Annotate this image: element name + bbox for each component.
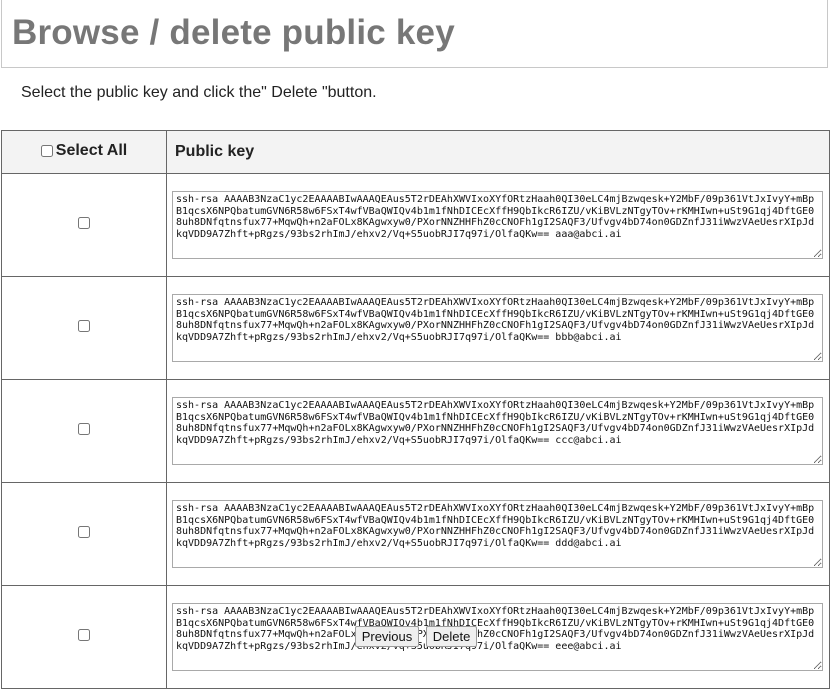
public-key-textarea[interactable]: ssh-rsa AAAAB3NzaC1yc2EAAAABIwAAAQEAus5T… bbox=[172, 500, 823, 568]
instructions-text: Select the public key and click the" Del… bbox=[21, 84, 377, 101]
select-all-label: Select All bbox=[55, 142, 128, 159]
row-key-cell: ssh-rsa AAAAB3NzaC1yc2EAAAABIwAAAQEAus5T… bbox=[166, 276, 830, 380]
row-key-cell: ssh-rsa AAAAB3NzaC1yc2EAAAABIwAAAQEAus5T… bbox=[166, 379, 830, 483]
row-checkbox[interactable] bbox=[78, 217, 90, 229]
public-key-header: Public key bbox=[166, 130, 830, 174]
public-key-textarea[interactable]: ssh-rsa AAAAB3NzaC1yc2EAAAABIwAAAQEAus5T… bbox=[172, 191, 823, 259]
select-all-checkbox[interactable] bbox=[40, 145, 53, 157]
row-key-cell: ssh-rsa AAAAB3NzaC1yc2EAAAABIwAAAQEAus5T… bbox=[166, 482, 830, 586]
select-all-control[interactable]: Select All bbox=[40, 142, 128, 160]
row-checkbox[interactable] bbox=[78, 526, 90, 538]
row-select-cell bbox=[1, 173, 167, 277]
row-select-cell bbox=[1, 379, 167, 483]
public-key-table: Select All Public key ssh-rsa AAAAB3NzaC… bbox=[1, 130, 830, 689]
table-row: ssh-rsa AAAAB3NzaC1yc2EAAAABIwAAAQEAus5T… bbox=[1, 482, 830, 586]
table-row: ssh-rsa AAAAB3NzaC1yc2EAAAABIwAAAQEAus5T… bbox=[1, 276, 830, 380]
pagination-bar: Previous Delete bbox=[0, 626, 832, 647]
table-row: ssh-rsa AAAAB3NzaC1yc2EAAAABIwAAAQEAus5T… bbox=[1, 173, 830, 277]
row-select-cell bbox=[1, 482, 167, 586]
row-checkbox[interactable] bbox=[78, 423, 90, 435]
public-key-textarea[interactable]: ssh-rsa AAAAB3NzaC1yc2EAAAABIwAAAQEAus5T… bbox=[172, 397, 823, 465]
delete-button[interactable]: Delete bbox=[425, 626, 478, 647]
table-row: ssh-rsa AAAAB3NzaC1yc2EAAAABIwAAAQEAus5T… bbox=[1, 379, 830, 483]
row-checkbox[interactable] bbox=[78, 320, 90, 332]
row-select-cell bbox=[1, 276, 167, 380]
page-title: Browse / delete public key bbox=[12, 13, 455, 52]
row-key-cell: ssh-rsa AAAAB3NzaC1yc2EAAAABIwAAAQEAus5T… bbox=[166, 173, 830, 277]
previous-button[interactable]: Previous bbox=[354, 626, 420, 647]
table-header-row: Select All Public key bbox=[1, 130, 830, 174]
public-key-textarea[interactable]: ssh-rsa AAAAB3NzaC1yc2EAAAABIwAAAQEAus5T… bbox=[172, 294, 823, 362]
select-all-header: Select All bbox=[1, 130, 167, 174]
page-header: Browse / delete public key bbox=[1, 0, 828, 68]
